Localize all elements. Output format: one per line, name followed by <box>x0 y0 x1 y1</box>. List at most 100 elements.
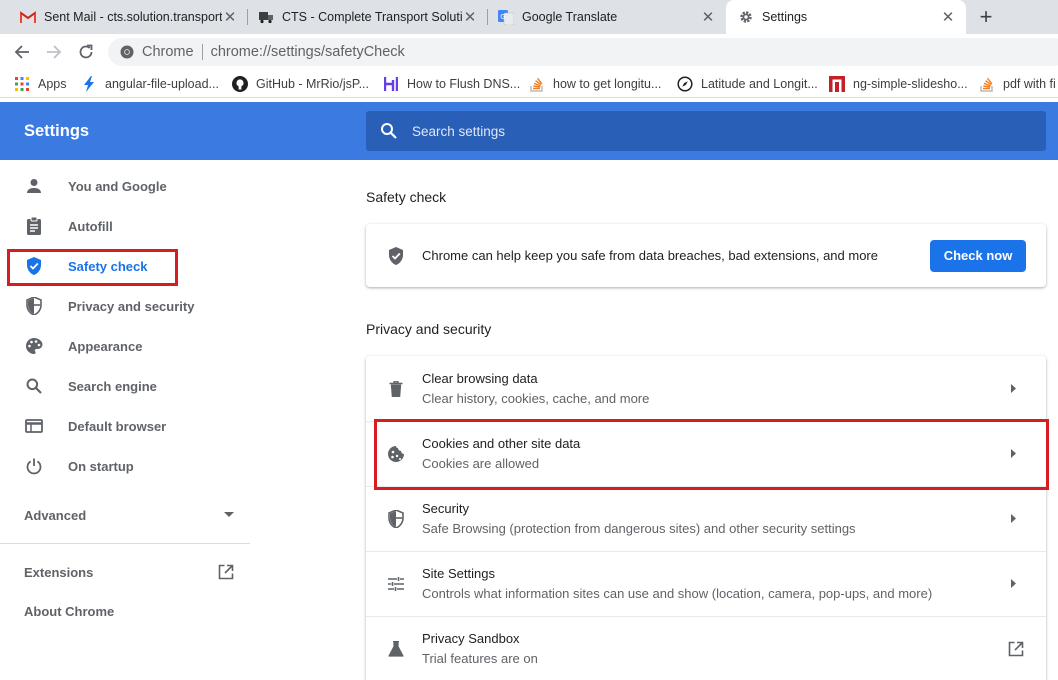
bookmark-flush-dns[interactable]: How to Flush DNS... <box>383 75 520 93</box>
privacy-and-security-card: Clear browsing data Clear history, cooki… <box>366 356 1046 680</box>
sidebar-item-label: Default browser <box>68 418 167 434</box>
sliders-icon <box>386 574 406 594</box>
close-icon[interactable]: ✕ <box>462 9 478 26</box>
settings-row-site-settings[interactable]: Site Settings Controls what information … <box>366 551 1046 616</box>
chevron-right-icon <box>1008 384 1018 394</box>
sidebar-item-autofill[interactable]: Autofill <box>24 206 244 246</box>
reload-icon <box>79 44 93 59</box>
highlight-box <box>374 419 1049 490</box>
bookmark-pdf[interactable]: pdf with fi <box>979 75 1056 93</box>
bookmark-label: How to Flush DNS... <box>407 77 521 91</box>
stackoverflow-icon <box>979 76 995 92</box>
bookmark-label: GitHub - MrRio/jsP... <box>256 77 369 91</box>
bookmark-label: Latitude and Longit... <box>701 77 818 91</box>
chevron-right-icon <box>1008 579 1018 589</box>
gear-icon <box>738 9 754 25</box>
sidebar-item-label: Appearance <box>68 338 143 354</box>
settings-row-security[interactable]: Security Safe Browsing (protection from … <box>366 486 1046 551</box>
sidebar-item-appearance[interactable]: Appearance <box>24 326 244 366</box>
bookmark-label: ng-simple-slidesho... <box>853 77 968 91</box>
check-now-button[interactable]: Check now <box>930 239 1026 272</box>
sidebar-item-privacy-and-security[interactable]: Privacy and security <box>24 286 244 326</box>
safety-check-row: Chrome can help keep you safe from data … <box>366 224 1046 287</box>
sidebar-item-label: Search engine <box>68 378 157 394</box>
highlight-box <box>7 249 178 286</box>
bookmark-apps[interactable]: Apps <box>14 75 67 93</box>
external-link-icon <box>218 564 234 580</box>
row-subtitle: Safe Browsing (protection from dangerous… <box>422 521 856 536</box>
flask-icon <box>386 639 406 659</box>
extensions-label: Extensions <box>24 564 94 580</box>
shield-half-icon <box>386 509 406 529</box>
sidebar-link-about-chrome[interactable]: About Chrome <box>24 604 114 619</box>
close-icon[interactable]: ✕ <box>222 9 238 26</box>
row-title: Site Settings <box>422 566 495 581</box>
search-icon <box>24 376 44 396</box>
bookmark-latitude[interactable]: Latitude and Longit... <box>677 75 818 93</box>
trash-icon <box>386 379 406 399</box>
settings-row-privacy-sandbox[interactable]: Privacy Sandbox Trial features are on <box>366 616 1046 680</box>
power-icon <box>24 456 44 476</box>
sidebar-item-label: You and Google <box>68 178 167 194</box>
sidebar-item-label: On startup <box>68 458 134 474</box>
tab-google-translate[interactable]: G Google Translate ✕ <box>478 0 726 34</box>
search-input[interactable] <box>412 123 1012 139</box>
gmail-icon <box>20 9 36 25</box>
bookmark-label: angular-file-upload... <box>105 77 219 91</box>
advanced-toggle[interactable]: Advanced <box>24 504 234 526</box>
tab-strip: Sent Mail - cts.solution.transport@ ✕ CT… <box>0 0 1058 34</box>
red-square-icon <box>829 76 845 92</box>
search-icon <box>381 123 397 139</box>
tab-cts[interactable]: CTS - Complete Transport Solution ✕ <box>238 0 488 34</box>
sidebar-item-you-and-google[interactable]: You and Google <box>24 166 244 206</box>
lightning-icon <box>81 76 97 92</box>
external-link-icon[interactable] <box>1008 641 1024 657</box>
close-icon[interactable]: ✕ <box>700 9 716 26</box>
chrome-logo-icon <box>120 45 134 59</box>
shield-check-icon <box>386 246 406 266</box>
omnibox-divider <box>201 44 203 60</box>
omnibox-chrome-label: Chrome <box>142 44 194 60</box>
tab-sent-mail[interactable]: Sent Mail - cts.solution.transport@ ✕ <box>0 0 248 34</box>
row-title: Security <box>422 501 469 516</box>
sidebar-item-search-engine[interactable]: Search engine <box>24 366 244 406</box>
shield-half-icon <box>24 296 44 316</box>
new-tab-button[interactable]: + <box>974 4 998 29</box>
forward-button[interactable] <box>42 40 66 64</box>
tab-settings[interactable]: Settings ✕ <box>726 0 966 34</box>
url-text[interactable]: chrome://settings/safetyCheck <box>211 44 405 60</box>
compass-icon <box>677 76 693 92</box>
section-title-safety-check: Safety check <box>366 189 447 205</box>
browser-toolbar: Chrome chrome://settings/safetyCheck <box>0 34 1058 70</box>
apps-grid-icon <box>14 76 30 92</box>
row-title: Privacy Sandbox <box>422 631 520 646</box>
sidebar-item-label: Privacy and security <box>68 298 195 314</box>
safety-check-description: Chrome can help keep you safe from data … <box>422 248 878 263</box>
chevron-right-icon <box>1008 514 1018 524</box>
search-settings-box[interactable] <box>366 111 1046 151</box>
reload-button[interactable] <box>74 40 98 64</box>
sidebar-item-on-startup[interactable]: On startup <box>24 446 244 486</box>
bookmark-angular-file-upload[interactable]: angular-file-upload... <box>81 75 219 93</box>
row-title: Clear browsing data <box>422 371 538 386</box>
sidebar-item-label: Autofill <box>68 218 113 234</box>
clipboard-icon <box>24 216 44 236</box>
browser-window-icon <box>24 416 44 436</box>
back-button[interactable] <box>10 40 34 64</box>
settings-row-clear-browsing-data[interactable]: Clear browsing data Clear history, cooki… <box>366 356 1046 421</box>
back-arrow-icon <box>14 45 29 59</box>
bookmark-ng-simple-slideshow[interactable]: ng-simple-slidesho... <box>829 75 968 93</box>
address-bar[interactable]: Chrome chrome://settings/safetyCheck <box>108 38 1058 66</box>
stackoverflow-icon <box>529 76 545 92</box>
tab-title: Settings <box>762 10 808 24</box>
close-icon[interactable]: ✕ <box>940 9 956 26</box>
bookmark-github[interactable]: GitHub - MrRio/jsP... <box>232 75 369 93</box>
sidebar-link-extensions[interactable]: Extensions <box>24 564 234 580</box>
bookmark-longitude[interactable]: how to get longitu... <box>529 75 661 93</box>
settings-header: Settings <box>0 102 1058 160</box>
bookmark-label: how to get longitu... <box>553 77 662 91</box>
sidebar-item-default-browser[interactable]: Default browser <box>24 406 244 446</box>
advanced-label: Advanced <box>24 507 87 523</box>
dropdown-arrow-icon <box>224 512 234 517</box>
palette-icon <box>24 336 44 356</box>
